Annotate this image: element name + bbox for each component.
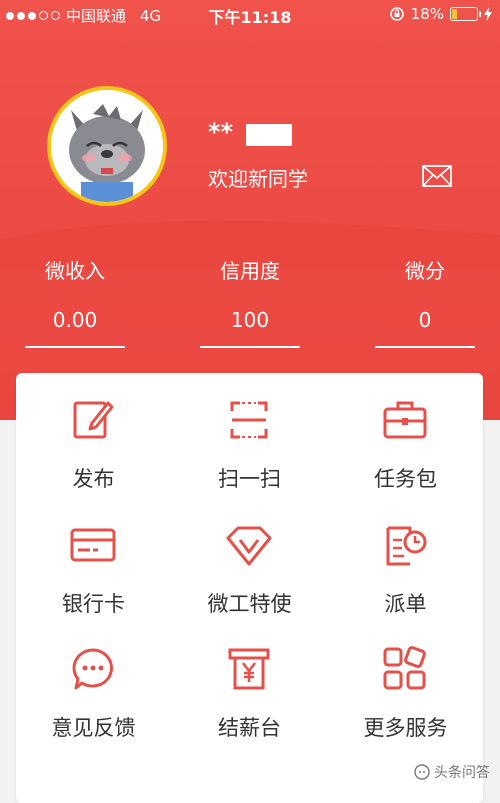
menu-item-dispatch[interactable]: 派单 (328, 520, 483, 640)
charging-icon (484, 7, 492, 21)
stat-value: 100 (230, 308, 270, 332)
edit-icon (73, 401, 114, 439)
watermark: 头条问答 (414, 762, 490, 782)
grid-icon (383, 646, 426, 690)
yen-machine-icon (228, 648, 270, 690)
menu-item-salary[interactable]: 结薪台 (172, 644, 327, 764)
toutiao-logo-icon (414, 764, 430, 780)
rotation-lock-icon (389, 7, 404, 21)
menu-item-scan[interactable]: 扫一扫 (172, 395, 327, 515)
menu-label: 银行卡 (62, 592, 125, 616)
stats-row: 微收入 0.00 信用度 100 微分 0 (0, 255, 500, 355)
watermark-text: 头条问答 (434, 765, 490, 781)
menu-label: 更多服务 (363, 716, 448, 740)
chat-bubble-icon (72, 648, 113, 690)
stat-label: 微收入 (45, 259, 105, 283)
menu-item-task-pack[interactable]: 任务包 (328, 395, 483, 515)
menu-item-envoy[interactable]: 微工特使 (172, 520, 327, 640)
status-bar: 中国联通 4G 下午11:18 18% (0, 0, 500, 28)
stat-value: 0.00 (52, 308, 98, 332)
menu-label: 意见反馈 (51, 716, 136, 740)
menu-label: 任务包 (374, 467, 437, 491)
stat-points[interactable]: 微分 0 (375, 255, 475, 348)
scan-icon (230, 401, 268, 439)
menu-item-feedback[interactable]: 意见反馈 (16, 644, 171, 764)
avatar[interactable] (47, 86, 167, 206)
battery-icon (450, 7, 481, 21)
diamond-icon (226, 526, 272, 566)
menu-label: 微工特使 (207, 592, 292, 616)
stat-label: 信用度 (220, 259, 280, 283)
wolf-avatar-icon (51, 90, 163, 202)
menu-card: 发布 扫一扫 任务包 银行卡 微工特使 派单 意见反馈 结薪台 更多服务 (16, 373, 483, 803)
menu-label: 发布 (72, 467, 115, 491)
mail-icon[interactable] (422, 164, 452, 188)
stat-value: 0 (418, 308, 432, 332)
welcome-text: 欢迎新同学 (208, 167, 308, 191)
username: ** (208, 118, 234, 146)
stat-income[interactable]: 微收入 0.00 (25, 255, 125, 348)
stat-label: 微分 (405, 259, 445, 283)
profile-header (0, 0, 500, 420)
menu-item-bank-card[interactable]: 银行卡 (16, 520, 171, 640)
stat-underline (375, 346, 475, 348)
stat-underline (25, 346, 125, 348)
stat-underline (200, 346, 300, 348)
battery-percent: 18% (410, 5, 444, 23)
stat-credit[interactable]: 信用度 100 (200, 255, 300, 348)
menu-label: 派单 (384, 592, 427, 616)
briefcase-icon (383, 401, 427, 439)
menu-item-more[interactable]: 更多服务 (328, 644, 483, 764)
menu-item-publish[interactable]: 发布 (16, 395, 171, 515)
menu-label: 扫一扫 (218, 467, 281, 491)
menu-label: 结薪台 (218, 716, 281, 740)
bank-card-icon (70, 528, 116, 562)
username-redaction (246, 124, 292, 146)
order-clock-icon (386, 526, 427, 566)
